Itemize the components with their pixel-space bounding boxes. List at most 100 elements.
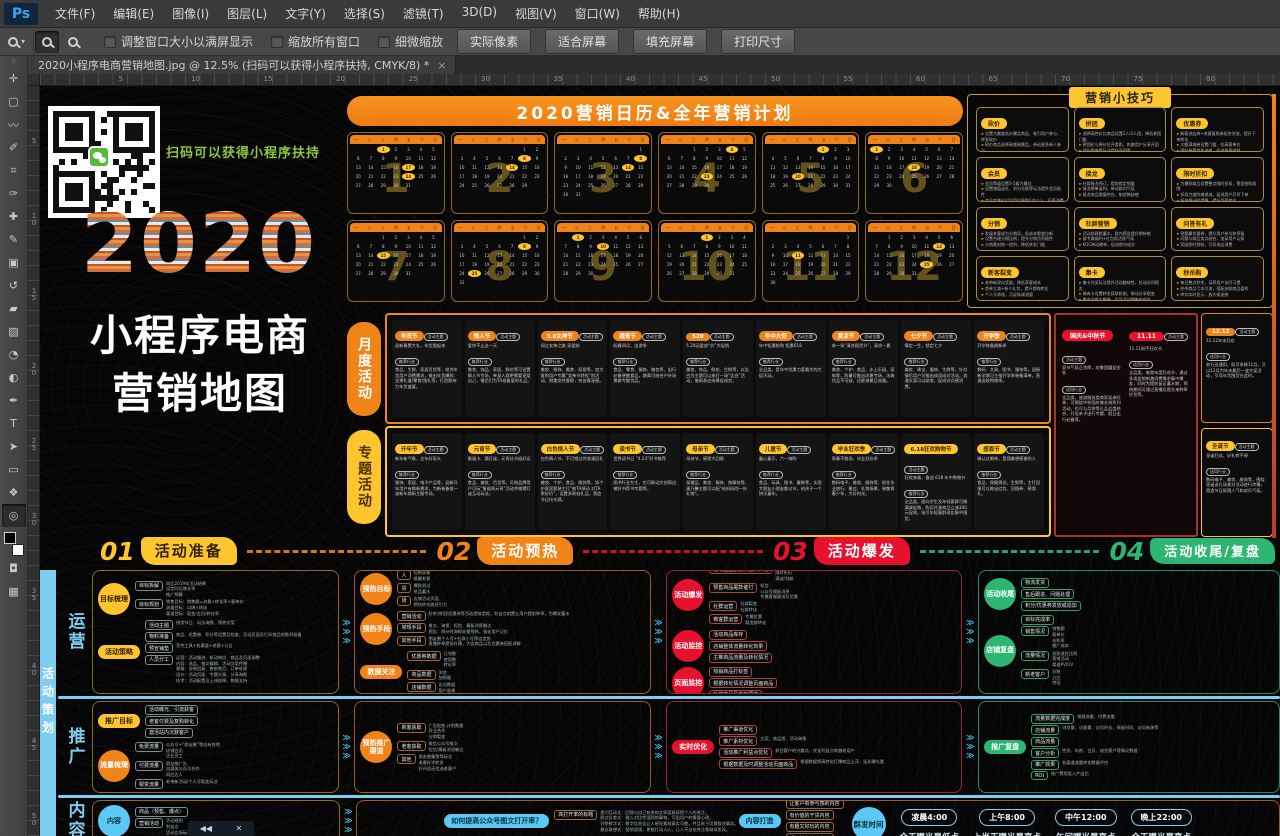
button-实际像素[interactable]: 实际像素 <box>457 29 531 54</box>
dodge-tool[interactable]: ◐ <box>2 366 26 389</box>
gradient-tool[interactable]: ▨ <box>2 320 26 343</box>
tab-close-icon[interactable]: × <box>437 59 446 72</box>
branch-line: 满减/包邮 <box>775 576 793 582</box>
day-cell: 19 <box>427 164 440 171</box>
background-color-swatch[interactable] <box>12 544 24 556</box>
brush-tool[interactable]: ✎ <box>2 228 26 251</box>
menu-窗口(W)[interactable]: 窗口(W) <box>566 0 629 27</box>
menu-编辑(E)[interactable]: 编辑(E) <box>104 0 163 27</box>
eyedropper-tool[interactable]: ✑ <box>2 182 26 205</box>
zoom-tool-preset[interactable]: ▾ <box>0 28 34 55</box>
day-cell: 2 <box>584 234 597 241</box>
zoom-tool[interactable]: ◎ <box>2 504 26 527</box>
weekday-label: 六 <box>830 223 843 232</box>
day-empty <box>493 146 506 153</box>
photoshop-window: Ps 文件(F)编辑(E)图像(I)图层(L)文字(Y)选择(S)滤镜(T)3D… <box>0 0 1280 836</box>
quick-selection-tool[interactable]: ✐ <box>2 136 26 159</box>
day-cell: 7 <box>622 155 635 162</box>
checkbox-option[interactable]: 细微缩放 <box>378 33 443 50</box>
menu-文件(F)[interactable]: 文件(F) <box>46 0 104 27</box>
close-icon[interactable]: ✕ <box>236 824 243 833</box>
foreground-color-swatch[interactable] <box>4 532 16 544</box>
day-cell: 26 <box>481 270 494 277</box>
day-cell: 21 <box>506 261 519 268</box>
theme-text: 来一场“清凉囤货节”，清凉一夏 <box>832 343 896 348</box>
menu-视图(V)[interactable]: 视图(V) <box>506 0 566 27</box>
menu-滤镜(T)[interactable]: 滤镜(T) <box>394 0 453 27</box>
clone-stamp-tool[interactable]: ▣ <box>2 251 26 274</box>
weekday-label: 一 <box>765 223 778 232</box>
day-cell: 30 <box>701 182 714 189</box>
flow-cell: 推广复盘流量数据完成度常规流量、付费流量店铺流量浏览量、访客量、访问时长、停留时… <box>978 701 1280 793</box>
button-填充屏幕[interactable]: 填充屏幕 <box>633 29 707 54</box>
document-tab[interactable]: 2020小程序电商营销地图.jpg @ 12.5% (扫码可以获得小程序扶持, … <box>28 56 456 74</box>
flow-branches: 营销活动秒杀/拼团/优惠券等活动提前造势，利益点前置让用户提前种草，为爆发蓄水常… <box>397 611 569 647</box>
branch-lines: 各渠道流量转化数据评估 <box>1062 760 1108 766</box>
industry-text: 数码电子、美妆、服饰等，围绕圣诞送礼场景对活动进行传播，营造节日氛围人气和欢乐气… <box>1206 477 1268 493</box>
checkbox-option[interactable]: 调整窗口大小以满屏显示 <box>104 33 253 50</box>
day-cell: 13 <box>676 252 689 259</box>
quick-mask-button[interactable]: ◘ <box>2 557 26 580</box>
day-cell: 22 <box>634 173 647 180</box>
day-cell: 26 <box>481 182 494 189</box>
day-cell: 12 <box>933 243 946 250</box>
menu-图像(I)[interactable]: 图像(I) <box>163 0 218 27</box>
checkbox-option[interactable]: 缩放所有窗口 <box>271 33 360 50</box>
shape-tool[interactable]: ▭ <box>2 458 26 481</box>
button-适合屏幕[interactable]: 适合屏幕 <box>545 29 619 54</box>
day-cell: 4 <box>920 234 933 241</box>
panel-grip[interactable]: ⠿ <box>11 60 16 64</box>
marquee-tool[interactable]: ▢ <box>2 90 26 113</box>
day-cell: 3 <box>895 146 908 153</box>
tip-label: 集卡 <box>1079 267 1105 278</box>
lasso-tool[interactable]: 〰 <box>2 113 26 136</box>
checkbox-icon[interactable] <box>378 36 390 48</box>
day-cell: 20 <box>609 173 622 180</box>
tip-bullet: 拼团价与原价拉开差距，刺激用户分享开团 <box>1079 142 1162 148</box>
path-selection-tool[interactable]: ➤ <box>2 435 26 458</box>
menu-帮助(H)[interactable]: 帮助(H) <box>629 0 689 27</box>
day-cell: 21 <box>870 261 883 268</box>
weekday-label: 三 <box>791 135 804 144</box>
rewind-icon[interactable]: ◀◀ <box>200 824 212 833</box>
screen-mode-button[interactable]: ▦ <box>2 580 26 603</box>
menu-图层(L)[interactable]: 图层(L) <box>218 0 276 27</box>
ruler-tick-label: 50 <box>29 813 39 828</box>
flow-arrow-icon: ≫ <box>344 817 352 825</box>
hand-tool[interactable]: ❖ <box>2 481 26 504</box>
ruler-tick-label: 40 <box>29 663 39 678</box>
pen-tool[interactable]: ✒ <box>2 389 26 412</box>
day-cell: 17 <box>726 252 739 259</box>
day-cell: 2 <box>895 234 908 241</box>
day-cell: 30 <box>584 270 597 277</box>
day-cell: 29 <box>572 270 585 277</box>
healing-brush-tool[interactable]: ✚ <box>2 205 26 228</box>
menu-选择(S)[interactable]: 选择(S) <box>335 0 394 27</box>
event-card: 开学季活动主题开学装备焕新季推荐行业数码、文具、图书、服饰等，迎接新学期可主推开… <box>974 320 1044 417</box>
blur-tool[interactable]: ◔ <box>2 343 26 366</box>
checkbox-icon[interactable] <box>271 36 283 48</box>
day-cell: 13 <box>493 164 506 171</box>
button-打印尺寸[interactable]: 打印尺寸 <box>721 29 795 54</box>
zoom-in-button[interactable] <box>35 31 59 53</box>
flow-arrow-icon: ≫ <box>654 743 662 751</box>
menu-3D(D)[interactable]: 3D(D) <box>453 0 506 27</box>
color-swatches[interactable] <box>2 531 26 557</box>
history-brush-tool[interactable]: ↺ <box>2 274 26 297</box>
menu-文字(Y)[interactable]: 文字(Y) <box>276 0 335 27</box>
day-cell: 5 <box>481 155 494 162</box>
checkbox-icon[interactable] <box>104 36 116 48</box>
tip-card: 集卡集卡兑奖玩法提升活动趣味性，拉动访问频次稀有卡设置转发获取机制，带动分享裂变… <box>1074 256 1167 301</box>
day-cell: 15 <box>817 164 830 171</box>
zoom-out-button[interactable] <box>61 31 85 53</box>
eraser-tool[interactable]: ▰ <box>2 297 26 320</box>
type-tool[interactable]: T <box>2 412 26 435</box>
move-tool[interactable]: ✛ <box>2 67 26 90</box>
day-cell: 8 <box>634 155 647 162</box>
calendar-days: 1234567891011121314151617181920212223242… <box>352 146 440 189</box>
day-cell: 2 <box>390 146 403 153</box>
document-canvas[interactable]: 扫码可以获得小程序扶持 2020 小程序电商 营销地图 2020营销日历&全年营… <box>40 86 1280 836</box>
floating-panel-controls[interactable]: ◀◀ ✕ <box>188 821 254 836</box>
flow-node: 店铺复盘 <box>984 635 1016 667</box>
crop-tool[interactable]: ⌗ <box>2 159 26 182</box>
